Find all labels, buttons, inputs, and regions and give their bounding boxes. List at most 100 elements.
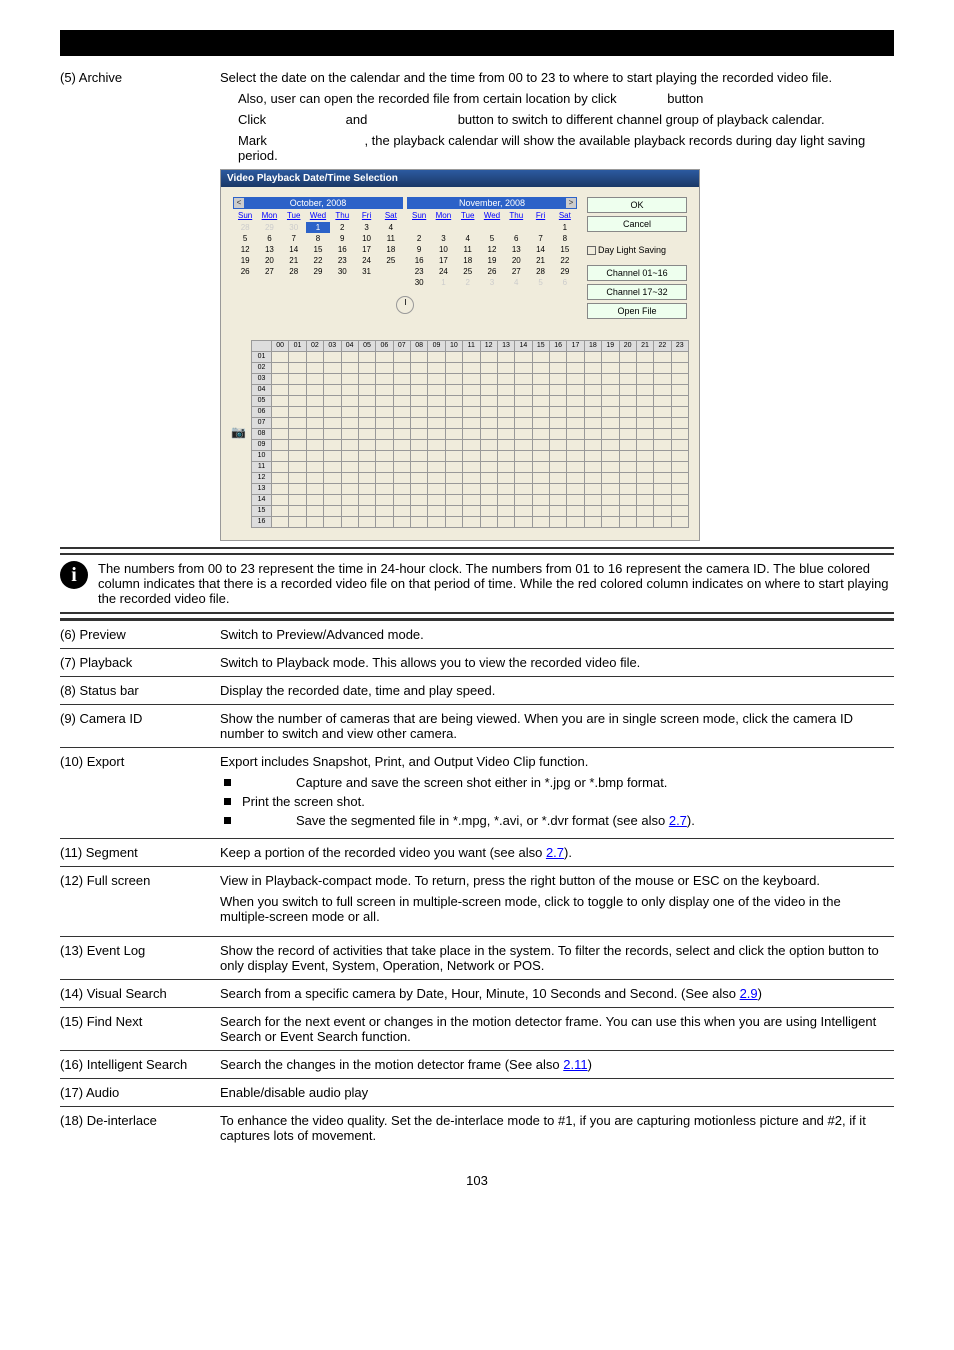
cal-cell[interactable] bbox=[324, 396, 341, 407]
cal-date[interactable]: 13 bbox=[504, 244, 528, 255]
cal-date[interactable] bbox=[480, 222, 504, 233]
cal-cell[interactable] bbox=[481, 418, 498, 429]
cal-date[interactable]: 14 bbox=[282, 244, 306, 255]
prev-month-arrow[interactable]: < bbox=[234, 198, 244, 208]
cal-cell[interactable] bbox=[602, 429, 619, 440]
cal-cell[interactable] bbox=[481, 495, 498, 506]
cal-cell[interactable] bbox=[463, 396, 480, 407]
cal-cell[interactable] bbox=[498, 374, 515, 385]
cal-cell[interactable] bbox=[672, 473, 689, 484]
cal-cell[interactable] bbox=[672, 352, 689, 363]
cal-cell[interactable] bbox=[411, 440, 428, 451]
cal-cell[interactable] bbox=[498, 440, 515, 451]
cal-cell[interactable] bbox=[567, 385, 584, 396]
cal-date[interactable]: 23 bbox=[330, 255, 354, 266]
cal-cell[interactable] bbox=[289, 517, 306, 528]
cal-date[interactable]: 22 bbox=[553, 255, 577, 266]
cal-date[interactable] bbox=[431, 222, 455, 233]
cal-cell[interactable] bbox=[585, 506, 602, 517]
cal-cell[interactable] bbox=[585, 495, 602, 506]
cal-cell[interactable] bbox=[463, 429, 480, 440]
cal-date[interactable]: 29 bbox=[257, 222, 281, 233]
cal-cell[interactable] bbox=[533, 352, 550, 363]
channel17-button[interactable]: Channel 17~32 bbox=[587, 284, 687, 300]
cal-cell[interactable] bbox=[428, 440, 445, 451]
cal-date[interactable]: 3 bbox=[354, 222, 378, 233]
cal-cell[interactable] bbox=[672, 429, 689, 440]
cal-cell[interactable] bbox=[654, 484, 671, 495]
cal-cell[interactable] bbox=[602, 462, 619, 473]
cal-cell[interactable] bbox=[446, 418, 463, 429]
cal-cell[interactable] bbox=[620, 363, 637, 374]
cal-cell[interactable] bbox=[515, 429, 532, 440]
cal-cell[interactable] bbox=[272, 451, 289, 462]
cal-date[interactable]: 17 bbox=[354, 244, 378, 255]
cal-cell[interactable] bbox=[533, 385, 550, 396]
cal-cell[interactable] bbox=[533, 506, 550, 517]
cal-date[interactable]: 29 bbox=[553, 266, 577, 277]
cal-cell[interactable] bbox=[498, 484, 515, 495]
cal-cell[interactable] bbox=[550, 385, 567, 396]
cal-cell[interactable] bbox=[376, 440, 393, 451]
cal-cell[interactable] bbox=[463, 495, 480, 506]
cal-cell[interactable] bbox=[585, 407, 602, 418]
cal-cell[interactable] bbox=[463, 517, 480, 528]
cal-date[interactable] bbox=[504, 222, 528, 233]
cal-cell[interactable] bbox=[376, 506, 393, 517]
cal-cell[interactable] bbox=[533, 462, 550, 473]
cal-cell[interactable] bbox=[567, 517, 584, 528]
cal-cell[interactable] bbox=[394, 429, 411, 440]
cal-cell[interactable] bbox=[359, 407, 376, 418]
cal-cell[interactable] bbox=[272, 473, 289, 484]
cal-cell[interactable] bbox=[446, 374, 463, 385]
cal-cell[interactable] bbox=[672, 462, 689, 473]
cal-cell[interactable] bbox=[463, 363, 480, 374]
cal-cell[interactable] bbox=[289, 473, 306, 484]
cal-cell[interactable] bbox=[394, 385, 411, 396]
cal-date[interactable]: 28 bbox=[282, 266, 306, 277]
cal-cell[interactable] bbox=[446, 506, 463, 517]
cal-cell[interactable] bbox=[620, 462, 637, 473]
cal-cell[interactable] bbox=[428, 374, 445, 385]
cal-cell[interactable] bbox=[272, 462, 289, 473]
cal-cell[interactable] bbox=[550, 495, 567, 506]
cal-cell[interactable] bbox=[394, 352, 411, 363]
cal-cell[interactable] bbox=[446, 451, 463, 462]
cal-cell[interactable] bbox=[307, 462, 324, 473]
cal-cell[interactable] bbox=[376, 484, 393, 495]
cal-cell[interactable] bbox=[307, 407, 324, 418]
cal-date[interactable]: 31 bbox=[354, 266, 378, 277]
cal-date[interactable]: 12 bbox=[233, 244, 257, 255]
cal-cell[interactable] bbox=[498, 407, 515, 418]
cal-cell[interactable] bbox=[463, 451, 480, 462]
cal-cell[interactable] bbox=[550, 506, 567, 517]
cal-cell[interactable] bbox=[446, 429, 463, 440]
cal-cell[interactable] bbox=[411, 462, 428, 473]
cal-cell[interactable] bbox=[376, 462, 393, 473]
cal-date[interactable]: 6 bbox=[504, 233, 528, 244]
cal-cell[interactable] bbox=[637, 517, 654, 528]
cal-date[interactable]: 5 bbox=[480, 233, 504, 244]
cal-cell[interactable] bbox=[654, 506, 671, 517]
cal-cell[interactable] bbox=[654, 374, 671, 385]
cal-cell[interactable] bbox=[567, 374, 584, 385]
cal-cell[interactable] bbox=[359, 484, 376, 495]
cal-cell[interactable] bbox=[585, 396, 602, 407]
cal-cell[interactable] bbox=[515, 418, 532, 429]
cal-cell[interactable] bbox=[446, 473, 463, 484]
cal-date[interactable]: 1 bbox=[306, 222, 330, 233]
cal-cell[interactable] bbox=[654, 473, 671, 484]
cal-cell[interactable] bbox=[272, 517, 289, 528]
cal-date[interactable]: 30 bbox=[330, 266, 354, 277]
cal-cell[interactable] bbox=[359, 374, 376, 385]
cal-cell[interactable] bbox=[654, 407, 671, 418]
cal-cell[interactable] bbox=[515, 484, 532, 495]
cal-cell[interactable] bbox=[376, 374, 393, 385]
cal-cell[interactable] bbox=[515, 462, 532, 473]
cal-cell[interactable] bbox=[637, 385, 654, 396]
cal-cell[interactable] bbox=[342, 352, 359, 363]
cal-cell[interactable] bbox=[307, 363, 324, 374]
cal-cell[interactable] bbox=[585, 385, 602, 396]
cal-cell[interactable] bbox=[411, 473, 428, 484]
cal-date[interactable]: 3 bbox=[431, 233, 455, 244]
